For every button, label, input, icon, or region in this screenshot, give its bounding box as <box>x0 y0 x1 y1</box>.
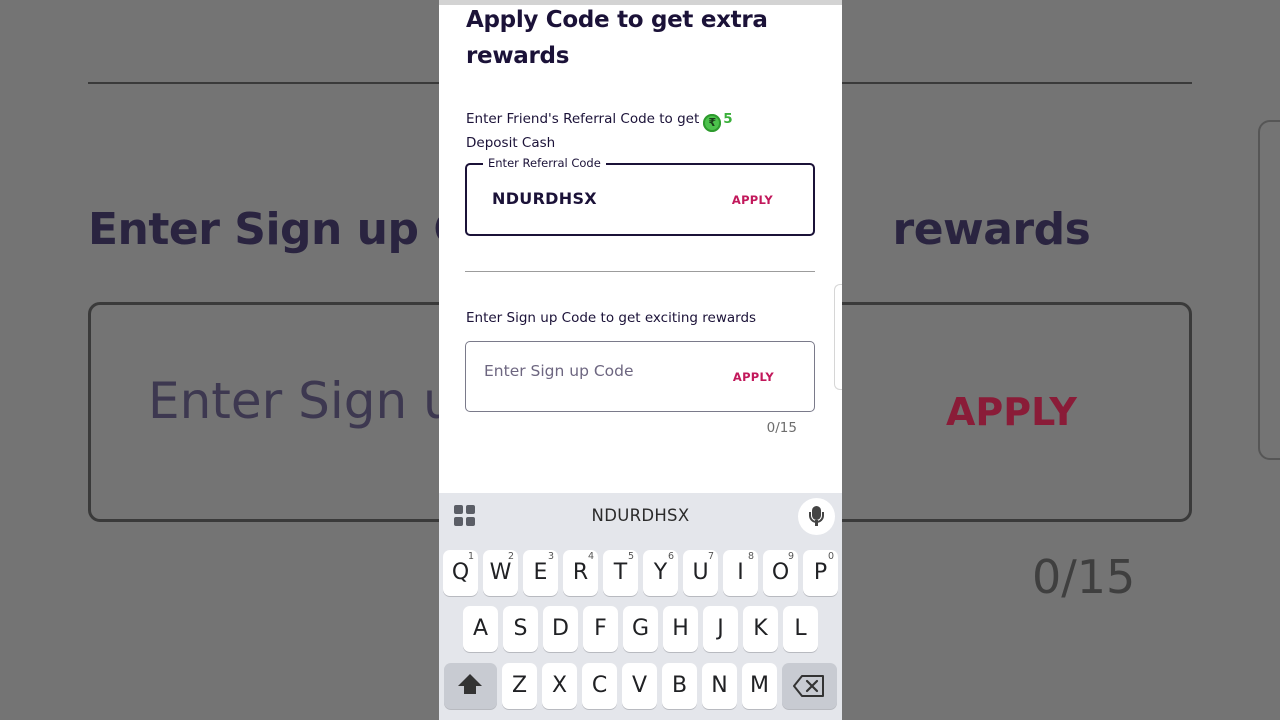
signup-apply-button[interactable]: APPLY <box>733 370 774 384</box>
key-g[interactable]: G <box>623 606 658 652</box>
keyboard-row-2: ASDFGHJKL <box>439 606 842 652</box>
key-o[interactable]: O9 <box>763 550 798 596</box>
on-screen-keyboard: NDURDHSX Q1W2E3R4T5Y6U7I8O9P0 ASDFGHJKL … <box>439 493 842 720</box>
key-hint-6: 6 <box>667 551 674 562</box>
key-t[interactable]: T5 <box>603 550 638 596</box>
referral-field-label: Enter Referral Code <box>483 156 606 171</box>
key-hint-8: 8 <box>747 551 754 562</box>
scroll-tab[interactable] <box>834 284 842 390</box>
key-x[interactable]: X <box>542 663 577 709</box>
key-j[interactable]: J <box>703 606 738 652</box>
referral-code-field[interactable]: Enter Referral Code NDURDHSX APPLY <box>465 156 815 236</box>
key-hint-7: 7 <box>707 551 714 562</box>
key-hint-5: 5 <box>627 551 634 562</box>
backspace-icon <box>793 675 824 697</box>
key-hint-9: 9 <box>787 551 794 562</box>
background-placeholder: Enter Sign u <box>148 372 455 430</box>
section-divider <box>465 271 815 272</box>
microphone-icon[interactable] <box>798 498 835 535</box>
key-e[interactable]: E3 <box>523 550 558 596</box>
key-a[interactable]: A <box>463 606 498 652</box>
key-c[interactable]: C <box>582 663 617 709</box>
background-counter: 0/15 <box>1032 550 1136 604</box>
key-q[interactable]: Q1 <box>443 550 478 596</box>
referral-label-prefix: Enter Friend's Referral Code to get <box>466 111 700 127</box>
key-hint-1: 1 <box>467 551 474 562</box>
key-n[interactable]: N <box>702 663 737 709</box>
key-k[interactable]: K <box>743 606 778 652</box>
keyboard-row-1: Q1W2E3R4T5Y6U7I8O9P0 <box>439 550 842 596</box>
key-f[interactable]: F <box>583 606 618 652</box>
background-scroll-tab <box>1258 120 1280 460</box>
key-b[interactable]: B <box>662 663 697 709</box>
key-hint-2: 2 <box>507 551 514 562</box>
key-h[interactable]: H <box>663 606 698 652</box>
key-r[interactable]: R4 <box>563 550 598 596</box>
referral-description: Enter Friend's Referral Code to get ₹5 De… <box>466 108 806 154</box>
shift-key[interactable] <box>444 663 497 709</box>
key-v[interactable]: V <box>622 663 657 709</box>
signup-description: Enter Sign up Code to get exciting rewar… <box>466 310 757 326</box>
key-p[interactable]: P0 <box>803 550 838 596</box>
referral-apply-button[interactable]: APPLY <box>732 193 773 207</box>
signup-char-counter: 0/15 <box>766 420 797 436</box>
page-title: Apply Code to get extra rewards <box>466 7 768 69</box>
key-y[interactable]: Y6 <box>643 550 678 596</box>
background-apply-text: APPLY <box>946 390 1077 434</box>
keyboard-suggestion-bar: NDURDHSX <box>439 493 842 539</box>
key-w[interactable]: W2 <box>483 550 518 596</box>
key-m[interactable]: M <box>742 663 777 709</box>
key-u[interactable]: U7 <box>683 550 718 596</box>
key-i[interactable]: I8 <box>723 550 758 596</box>
key-hint-4: 4 <box>587 551 594 562</box>
key-hint-0: 0 <box>827 551 834 562</box>
background-title-right: rewards <box>892 204 1091 255</box>
key-l[interactable]: L <box>783 606 818 652</box>
backspace-key[interactable] <box>782 663 837 709</box>
key-s[interactable]: S <box>503 606 538 652</box>
key-z[interactable]: Z <box>502 663 537 709</box>
referral-amount: 5 <box>723 111 733 127</box>
key-hint-3: 3 <box>547 551 554 562</box>
referral-code-value[interactable]: NDURDHSX <box>492 189 597 208</box>
keyboard-suggestion[interactable]: NDURDHSX <box>439 506 842 525</box>
background-title-left: Enter Sign up Co <box>88 204 495 255</box>
referral-label-suffix: Deposit Cash <box>466 135 556 151</box>
phone-screen: Apply Code to get extra rewards Enter Fr… <box>439 0 842 720</box>
key-d[interactable]: D <box>543 606 578 652</box>
signup-code-input[interactable] <box>484 362 724 380</box>
keyboard-row-3: ZXCVBNM <box>439 663 842 709</box>
rupee-coin-icon: ₹ <box>703 114 722 132</box>
signup-code-field[interactable]: APPLY <box>465 341 815 412</box>
